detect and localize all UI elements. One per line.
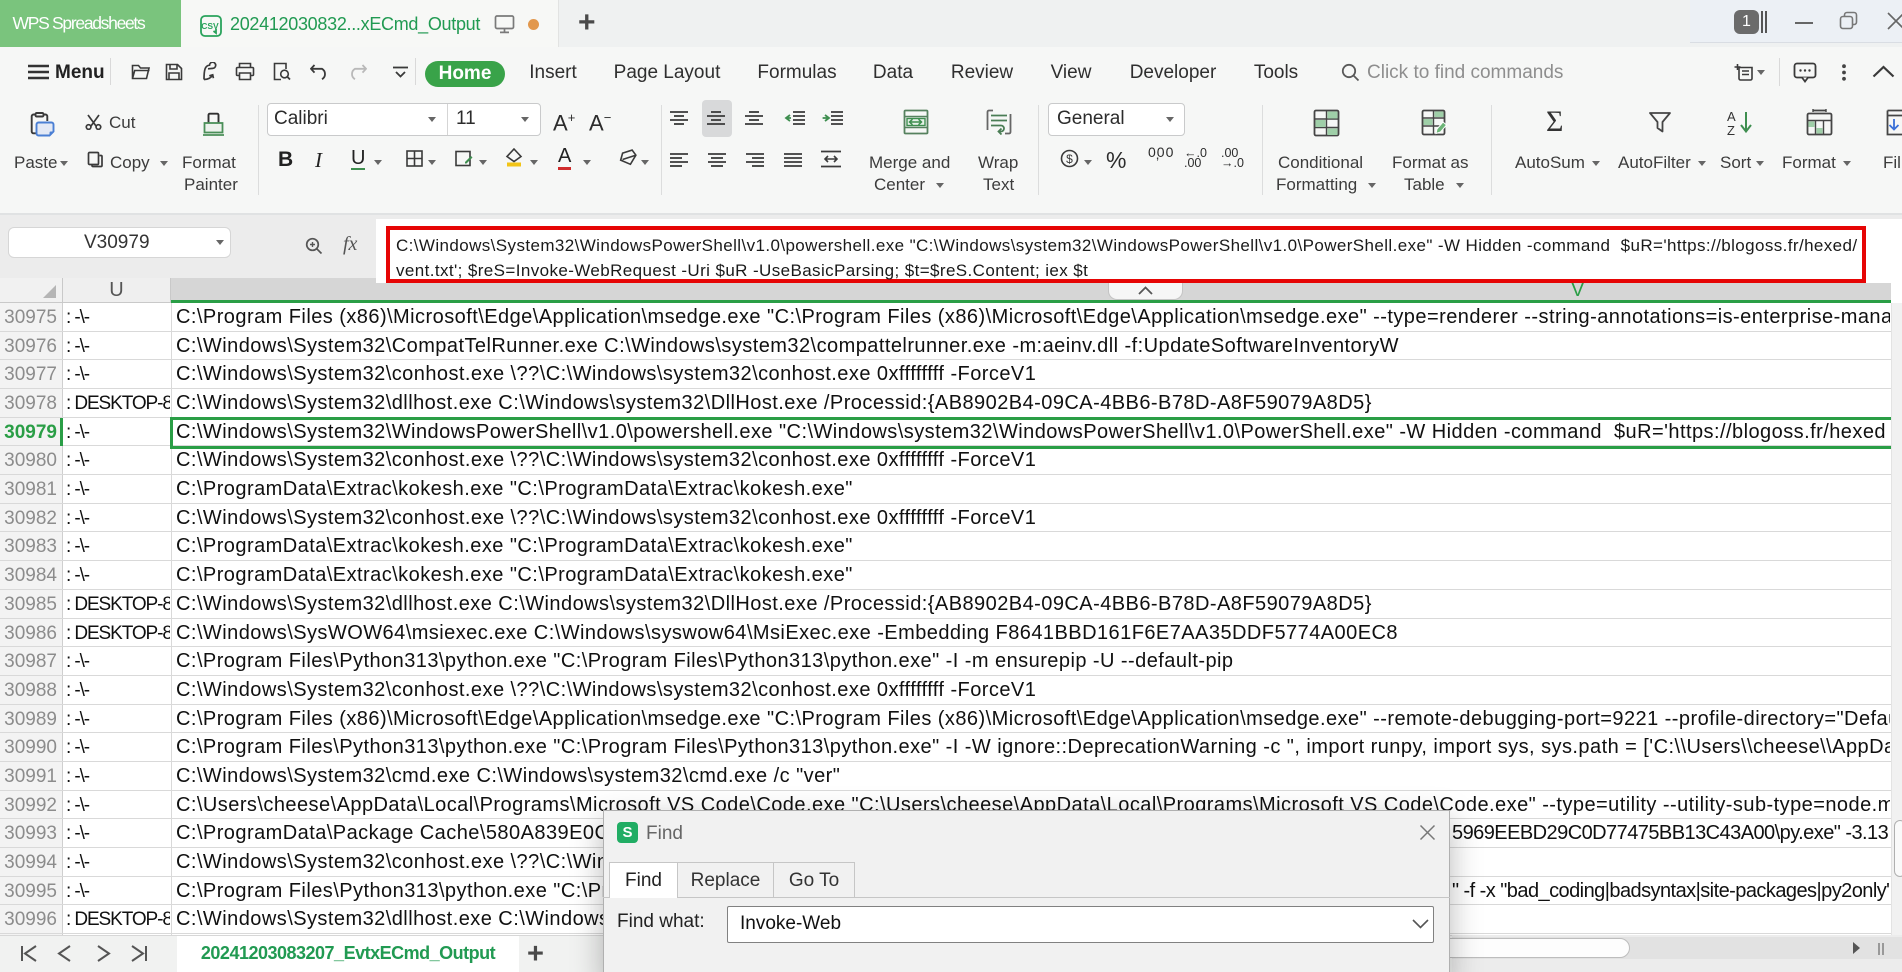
svg-text:Z: Z bbox=[1727, 123, 1735, 136]
svg-text:$: $ bbox=[1066, 152, 1073, 166]
svg-text:A: A bbox=[1727, 110, 1736, 124]
